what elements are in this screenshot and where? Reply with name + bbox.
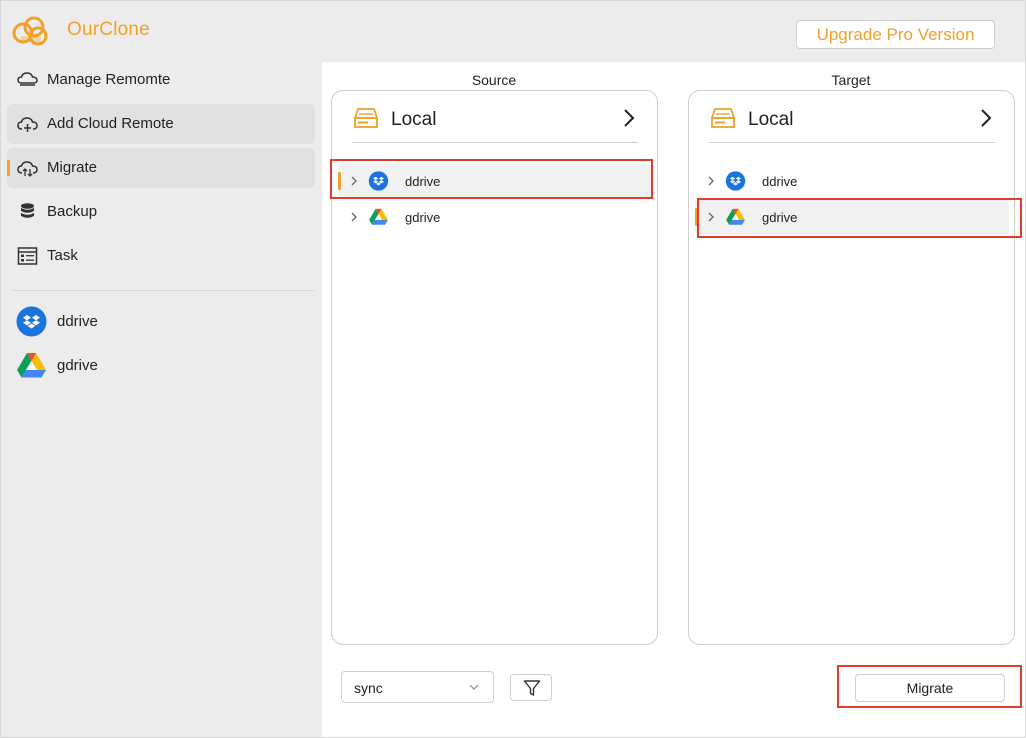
dropbox-icon [725,171,746,191]
google-drive-icon [726,208,745,225]
hard-drive-icon [354,108,378,128]
source-row-ddrive[interactable]: ddrive [338,164,652,198]
sidebar-item-label: Backup [47,203,98,220]
source-panel: Local ddrive gdrive [331,90,658,645]
app-title: OurClone [67,19,150,40]
remote-label: gdrive [57,357,98,374]
filter-button[interactable] [510,674,552,701]
target-panel: Local ddrive gdrive [688,90,1015,645]
row-label: ddrive [405,174,441,189]
target-drive-selector[interactable]: Local [709,105,995,143]
chevron-down-icon [469,684,479,690]
sidebar-item-add-cloud-remote[interactable]: Add Cloud Remote [7,104,315,144]
sidebar-item-backup[interactable]: Backup [7,192,315,232]
row-label: ddrive [762,174,798,189]
sidebar-remote-ddrive[interactable]: ddrive [16,306,306,338]
cloud-add-icon [17,117,38,132]
sidebar-remote-gdrive[interactable]: gdrive [16,350,306,382]
migrate-panel: Source Target Local ddrive gdrive Local … [322,62,1026,738]
chevron-right-icon[interactable] [979,108,993,128]
dropbox-icon [368,171,389,191]
filter-icon [523,680,541,696]
sidebar-item-label: Task [47,247,78,264]
sidebar-item-manage-remote[interactable]: Manage Remomte [7,60,315,100]
google-drive-icon [369,208,388,225]
target-title: Target [831,72,871,88]
selected-indicator [695,208,698,226]
row-label: gdrive [762,210,798,225]
source-row-gdrive[interactable]: gdrive [338,200,652,234]
chevron-right-icon[interactable] [350,211,358,223]
chevron-right-icon[interactable] [707,211,715,223]
mode-select[interactable]: sync [341,671,494,703]
chevron-right-icon[interactable] [350,175,358,187]
sidebar: Manage Remomte Add Cloud Remote Migrate [0,58,322,738]
dropbox-icon [16,306,47,337]
app-window: OurClone Upgrade Pro Version Manage Remo… [0,0,1026,738]
task-list-icon [17,247,38,265]
chevron-right-icon[interactable] [707,175,715,187]
target-drive-label: Local [748,109,794,130]
sidebar-item-task[interactable]: Task [7,236,315,276]
target-row-ddrive[interactable]: ddrive [695,164,1009,198]
sidebar-item-label: Manage Remomte [47,71,171,88]
source-title: Source [471,72,517,88]
cloud-sync-icon [17,161,38,177]
migrate-button[interactable]: Migrate [855,674,1005,702]
chevron-right-icon[interactable] [622,108,636,128]
hard-drive-icon [711,108,735,128]
sidebar-item-migrate[interactable]: Migrate [7,148,315,188]
mode-select-value: sync [354,680,383,696]
source-drive-selector[interactable]: Local [352,105,638,143]
database-icon [21,203,34,218]
remote-label: ddrive [57,313,98,330]
ourclone-logo-icon [12,16,48,46]
sidebar-divider [12,290,314,291]
selected-indicator [338,172,341,190]
upgrade-pro-button[interactable]: Upgrade Pro Version [796,20,995,49]
source-drive-label: Local [391,109,437,130]
sidebar-item-label: Add Cloud Remote [47,115,174,132]
target-row-gdrive[interactable]: gdrive [695,200,1009,234]
row-label: gdrive [405,210,441,225]
google-drive-icon [17,353,46,378]
sidebar-item-label: Migrate [47,159,98,176]
cloud-stack-icon [17,72,38,86]
active-indicator [7,160,10,176]
